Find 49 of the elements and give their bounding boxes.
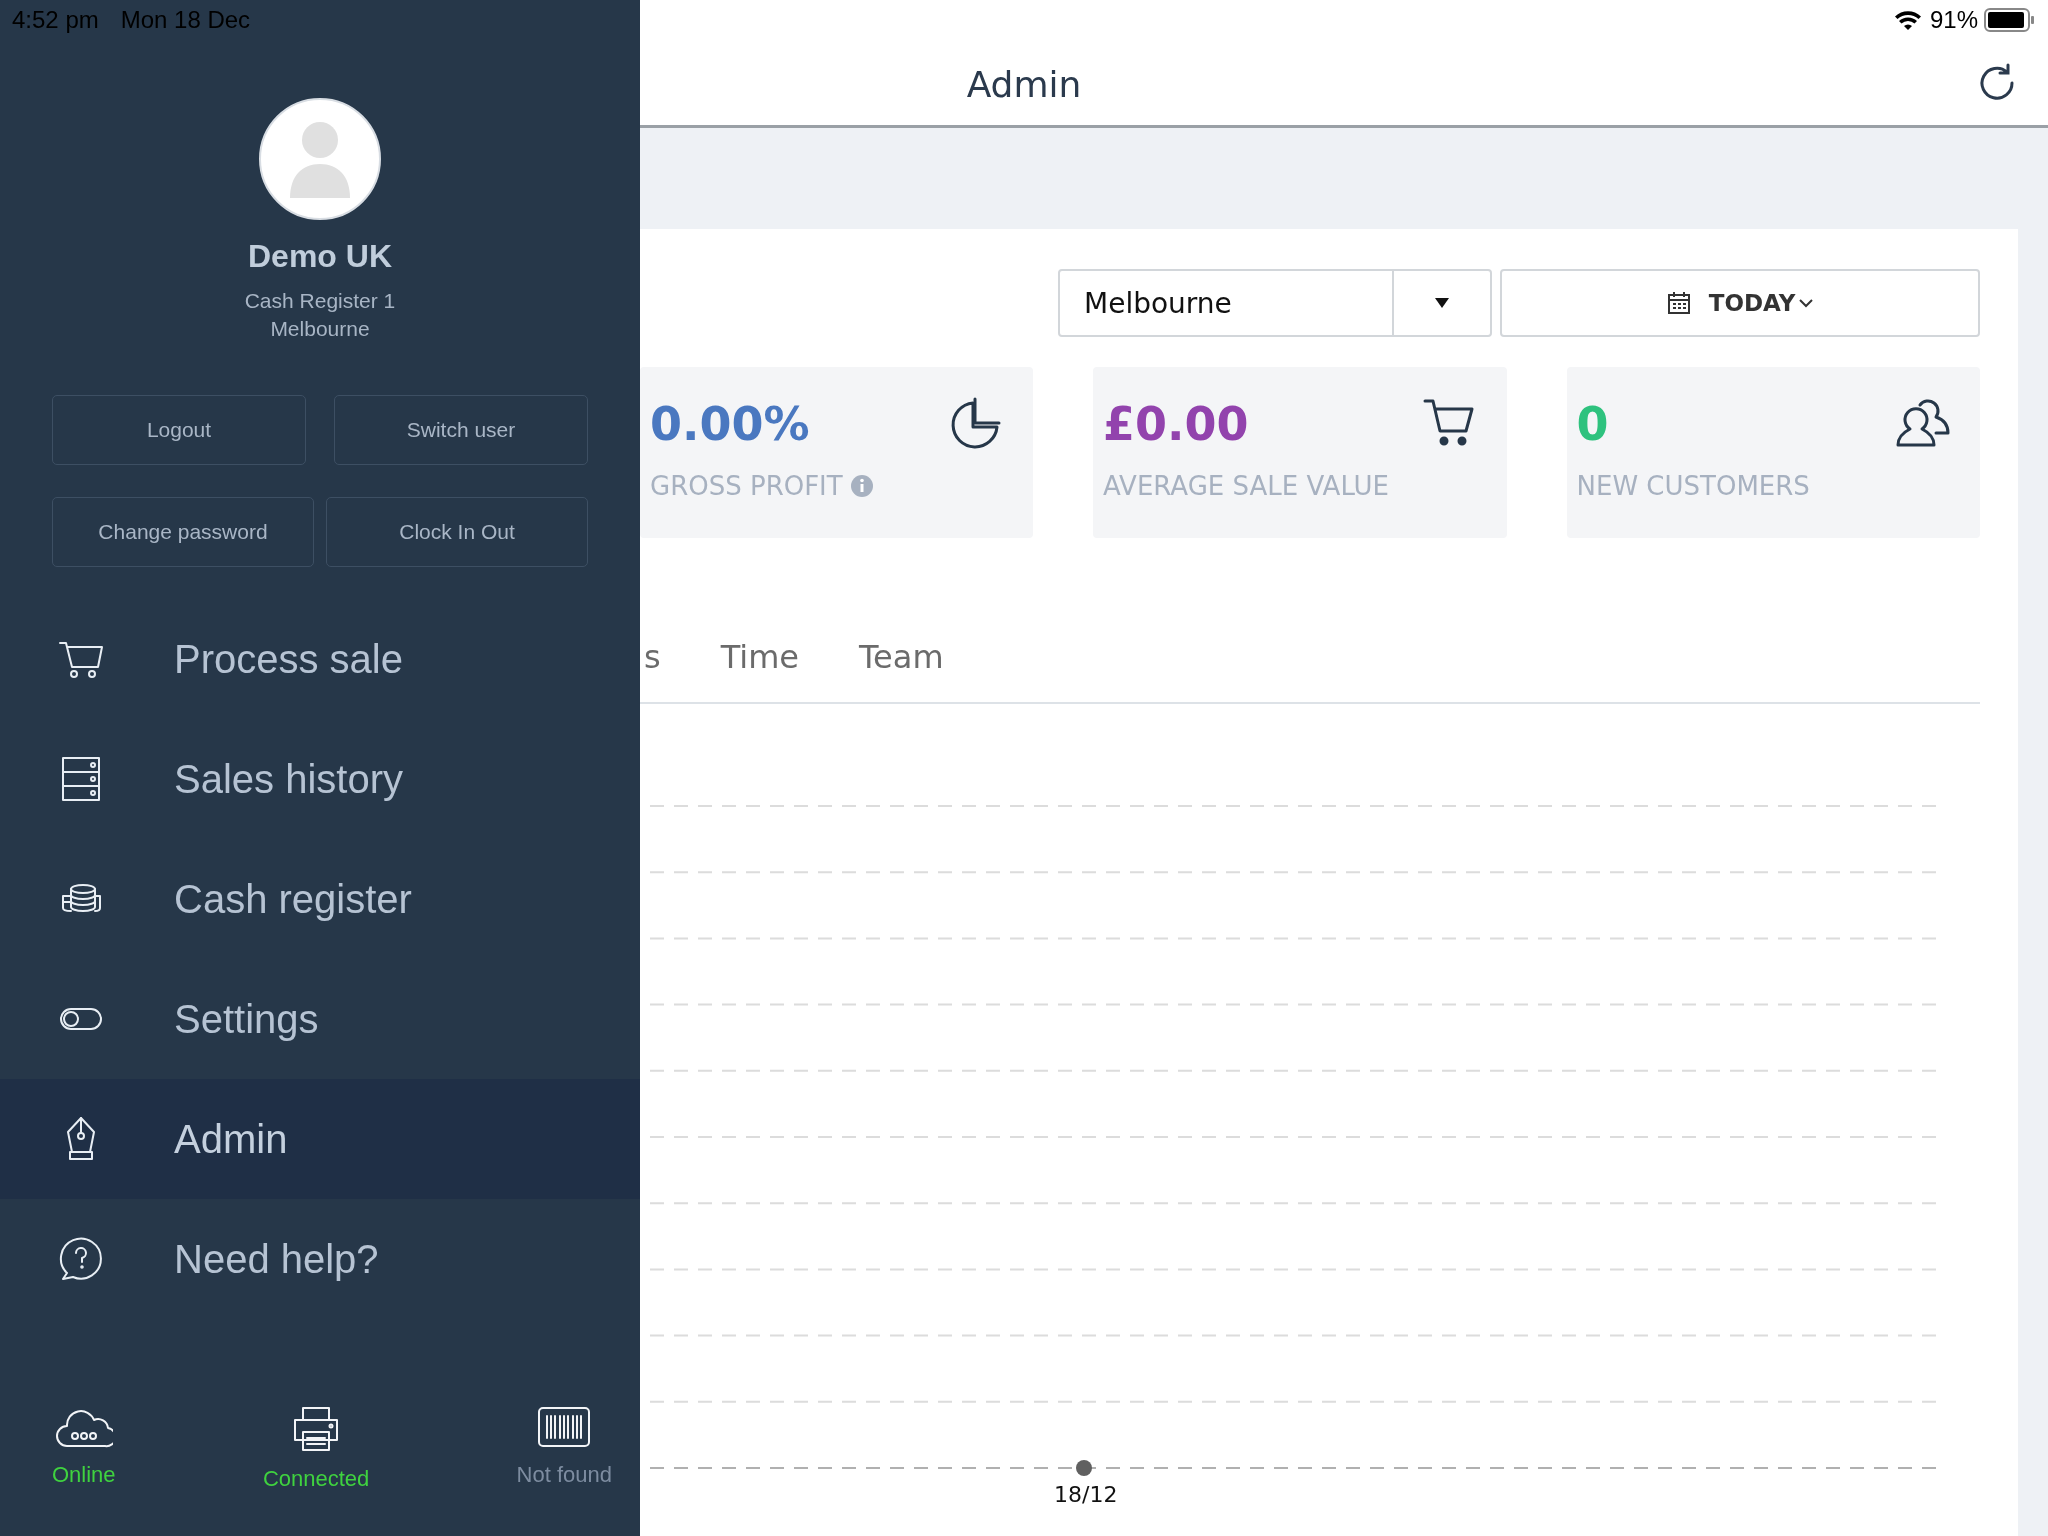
stat-label: GROSS PROFIT [650,471,843,501]
stat-value: 0 [1576,397,1610,451]
account-button[interactable]: Switch user [334,395,588,465]
menu-label: Need help? [174,1236,379,1282]
stat-label: NEW CUSTOMERS [1576,471,1810,501]
location-select[interactable]: Melbourne [1058,269,1492,337]
menu-label: Process sale [174,636,403,682]
coins-icon [59,884,103,914]
x-axis-label: 18/12 [1054,1482,1118,1507]
page-title: Admin [966,64,1082,105]
drawers-icon [61,756,101,802]
cart-icon [58,639,104,679]
report-tab[interactable]: Team [859,638,944,676]
report-tab[interactable]: s [644,638,661,676]
battery-icon [1984,8,2036,32]
report-tab[interactable]: Time [720,638,799,676]
chevron-down-icon [1799,298,1814,308]
menu-label: Settings [174,996,319,1042]
date-range-button[interactable]: TODAY [1500,269,1980,337]
menu-label: Sales history [174,756,403,802]
wifi-icon [1893,9,1922,31]
pen-nib-icon [64,1116,98,1162]
pie-chart-icon [949,397,1003,451]
device-status: Not found [516,1462,612,1488]
register-name: Cash Register 1 [244,288,396,314]
menu-item[interactable]: Admin [0,1079,640,1199]
store-location: Melbourne [270,316,370,342]
menu-label: Admin [174,1116,288,1162]
help-icon [59,1237,103,1281]
account-button[interactable]: Clock In Out [326,497,588,567]
device-status: Online [52,1462,116,1488]
stat-value: 0.00% [650,397,811,451]
stat-value: £0.00 [1103,397,1250,451]
calendar-icon [1666,291,1691,315]
barcode-icon [537,1406,592,1448]
dropdown-caret-icon [1435,298,1449,308]
status-date: Mon 18 Dec [120,6,251,34]
battery-percent: 91% [1929,6,1978,34]
stat-label: AVERAGE SALE VALUE [1103,471,1390,501]
info-icon [850,475,873,497]
status-time: 4:52 pm [12,6,99,34]
account-button[interactable]: Logout [52,395,306,465]
user-name: Demo UK [248,238,392,275]
users-icon [1894,397,1950,449]
toggle-icon [59,1007,103,1031]
account-button[interactable]: Change password [52,497,314,567]
menu-label: Cash register [174,876,412,922]
device-status: Connected [262,1466,370,1492]
person-silhouette-icon [289,122,351,198]
